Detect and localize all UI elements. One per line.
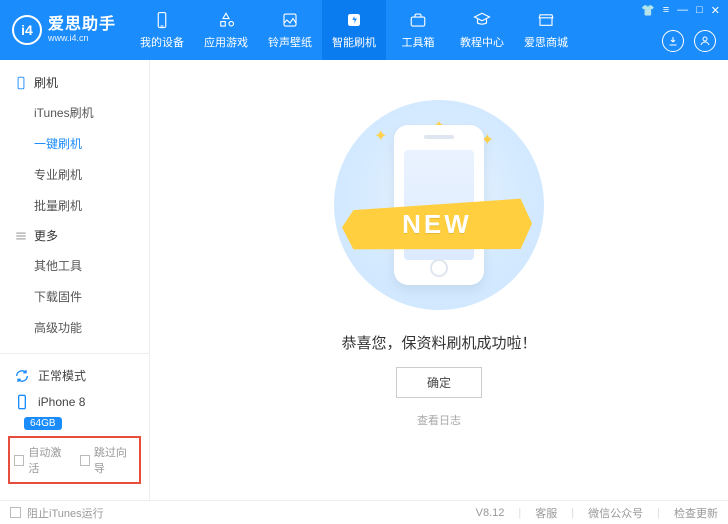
download-button[interactable]	[662, 30, 684, 52]
nav-my-device[interactable]: 我的设备	[130, 0, 194, 60]
success-illustration: ✦ ✦ ✦ NEW	[334, 100, 544, 310]
new-ribbon: NEW	[342, 196, 532, 252]
mode-label: 正常模式	[38, 367, 86, 384]
nav-label: 教程中心	[460, 34, 504, 50]
nav-toolbox[interactable]: 工具箱	[386, 0, 450, 60]
menu-icon[interactable]: ≡	[663, 4, 669, 17]
window-controls: 👕 ≡ — □ ✕	[641, 4, 720, 17]
more-icon	[14, 229, 28, 243]
toolbox-icon	[408, 10, 428, 30]
top-nav: 我的设备 应用游戏 铃声壁纸 智能刷机 工具箱 教程中心 爱思商城	[130, 0, 578, 60]
tutorial-icon	[472, 10, 492, 30]
device-info[interactable]: iPhone 8	[0, 389, 149, 415]
sidebar-item-other-tools[interactable]: 其他工具	[0, 250, 149, 281]
refresh-icon	[14, 368, 30, 384]
nav-label: 智能刷机	[332, 34, 376, 50]
nav-label: 我的设备	[140, 34, 184, 50]
store-icon	[536, 10, 556, 30]
minimize-icon[interactable]: —	[677, 4, 688, 17]
nav-apps-games[interactable]: 应用游戏	[194, 0, 258, 60]
logo-icon: i4	[12, 15, 42, 45]
wallpaper-icon	[280, 10, 300, 30]
account-button[interactable]	[694, 30, 716, 52]
view-log-link[interactable]: 查看日志	[417, 412, 461, 428]
nav-label: 应用游戏	[204, 34, 248, 50]
ribbon-text: NEW	[342, 196, 532, 252]
checkbox-auto-activate[interactable]: 自动激活	[14, 444, 70, 476]
brand-name: 爱思助手	[48, 16, 116, 34]
skin-icon[interactable]: 👕	[641, 4, 655, 17]
wechat-link[interactable]: 微信公众号	[588, 505, 643, 521]
title-bar: i4 爱思助手 www.i4.cn 我的设备 应用游戏 铃声壁纸 智能刷机 工具…	[0, 0, 728, 60]
sidebar-item-advanced[interactable]: 高级功能	[0, 312, 149, 343]
checkbox-block-itunes[interactable]: 阻止iTunes运行	[10, 505, 104, 521]
nav-label: 工具箱	[402, 34, 435, 50]
apps-icon	[216, 10, 236, 30]
checkbox-label: 自动激活	[28, 444, 69, 476]
phone-icon	[14, 76, 28, 90]
version-label: V8.12	[476, 507, 505, 519]
maximize-icon[interactable]: □	[696, 4, 703, 17]
nav-label: 铃声壁纸	[268, 34, 312, 50]
success-message: 恭喜您，保资料刷机成功啦！	[341, 332, 536, 353]
checkbox-skip-wizard[interactable]: 跳过向导	[80, 444, 136, 476]
nav-smart-flash[interactable]: 智能刷机	[322, 0, 386, 60]
sidebar-item-download-firmware[interactable]: 下载固件	[0, 281, 149, 312]
device-icon	[152, 10, 172, 30]
sidebar-item-pro-flash[interactable]: 专业刷机	[0, 159, 149, 190]
sidebar-group-label: 更多	[34, 227, 58, 244]
sidebar: 刷机 iTunes刷机 一键刷机 专业刷机 批量刷机 更多 其他工具 下载固件 …	[0, 60, 150, 500]
app-logo: i4 爱思助手 www.i4.cn	[8, 15, 124, 45]
nav-store[interactable]: 爱思商城	[514, 0, 578, 60]
flash-icon	[344, 10, 364, 30]
device-mode[interactable]: 正常模式	[0, 362, 149, 389]
ok-button[interactable]: 确定	[396, 367, 482, 398]
storage-badge: 64GB	[24, 417, 62, 430]
sidebar-item-onekey-flash[interactable]: 一键刷机	[0, 128, 149, 159]
brand-url: www.i4.cn	[48, 34, 116, 44]
main-content: ✦ ✦ ✦ NEW 恭喜您，保资料刷机成功啦！ 确定 查看日志	[150, 60, 728, 500]
flash-options-highlight: 自动激活 跳过向导	[8, 436, 141, 484]
sidebar-group-label: 刷机	[34, 74, 58, 91]
nav-ringtones[interactable]: 铃声壁纸	[258, 0, 322, 60]
checkbox-label: 阻止iTunes运行	[27, 505, 104, 521]
close-icon[interactable]: ✕	[711, 4, 720, 17]
check-update-link[interactable]: 检查更新	[674, 505, 718, 521]
checkbox-label: 跳过向导	[94, 444, 135, 476]
status-bar: 阻止iTunes运行 V8.12 | 客服 | 微信公众号 | 检查更新	[0, 500, 728, 524]
device-name: iPhone 8	[38, 395, 85, 409]
sidebar-group-flash: 刷机	[0, 68, 149, 97]
device-icon	[14, 394, 30, 410]
sparkle-icon: ✦	[374, 126, 387, 146]
nav-tutorials[interactable]: 教程中心	[450, 0, 514, 60]
sidebar-group-more: 更多	[0, 221, 149, 250]
sidebar-item-itunes-flash[interactable]: iTunes刷机	[0, 97, 149, 128]
sidebar-item-batch-flash[interactable]: 批量刷机	[0, 190, 149, 221]
support-link[interactable]: 客服	[535, 505, 557, 521]
nav-label: 爱思商城	[524, 34, 568, 50]
